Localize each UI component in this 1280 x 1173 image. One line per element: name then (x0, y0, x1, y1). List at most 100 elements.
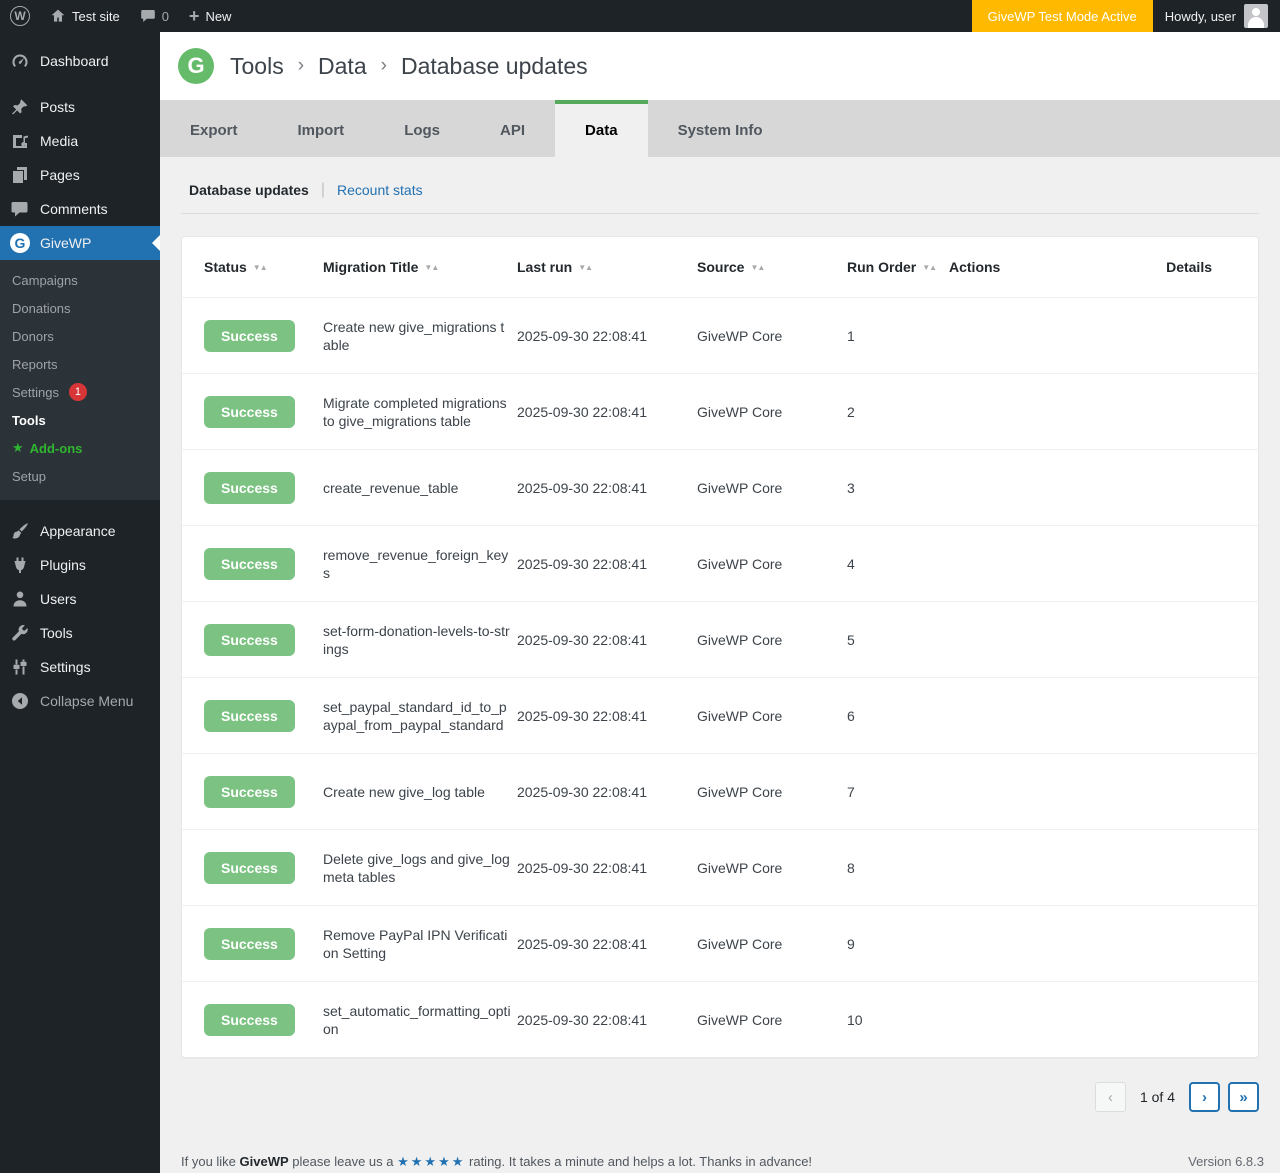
column-header-run-order[interactable]: Run Order▼▲ (847, 259, 949, 275)
sidebar-item-media[interactable]: Media (0, 124, 160, 158)
submenu-item-reports[interactable]: Reports (0, 350, 160, 378)
dashboard-gauge-icon (10, 51, 30, 71)
submenu-label-donations: Donations (12, 301, 71, 316)
media-icon (10, 131, 30, 151)
howdy-label: Howdy, user (1165, 9, 1236, 24)
actions-header-label: Actions (949, 259, 1000, 275)
source-header-label: Source (697, 259, 744, 275)
status-badge: Success (204, 396, 295, 428)
run-order-cell: 5 (847, 632, 949, 648)
migration-title-cell: create_revenue_table (323, 479, 517, 497)
migration-title-cell: Create new give_log table (323, 783, 517, 801)
run-order-cell: 2 (847, 404, 949, 420)
pushpin-icon (10, 97, 30, 117)
column-header-source[interactable]: Source▼▲ (697, 259, 847, 275)
givewp-submenu: Campaigns Donations Donors Reports Setti… (0, 260, 160, 500)
tab-system-info[interactable]: System Info (648, 100, 793, 157)
column-header-migration-title[interactable]: Migration Title▼▲ (323, 259, 517, 275)
tab-data-label: Data (585, 122, 618, 139)
run-order-cell: 6 (847, 708, 949, 724)
chevron-right-icon: › (381, 55, 387, 77)
submenu-item-settings[interactable]: Settings 1 (0, 378, 160, 406)
table-row: Success Delete give_logs and give_log me… (182, 829, 1258, 905)
tab-logs[interactable]: Logs (374, 100, 470, 157)
last-run-cell: 2025-09-30 22:08:41 (517, 480, 697, 496)
status-header-label: Status (204, 259, 247, 275)
submenu-item-donations[interactable]: Donations (0, 294, 160, 322)
pagination-prev-button[interactable]: ‹ (1095, 1082, 1126, 1112)
page-header: G Tools › Data › Database updates (160, 32, 1280, 100)
sliders-icon (10, 657, 30, 677)
run-order-cell: 10 (847, 1012, 949, 1028)
tab-export[interactable]: Export (160, 100, 268, 157)
sidebar-item-appearance[interactable]: Appearance (0, 514, 160, 548)
submenu-item-setup[interactable]: Setup (0, 462, 160, 490)
subnav: Database updates | Recount stats (181, 157, 1259, 214)
source-cell: GiveWP Core (697, 860, 847, 876)
comments-link[interactable]: 0 (130, 0, 179, 32)
sidebar-item-comments[interactable]: Comments (0, 192, 160, 226)
sidebar-item-users[interactable]: Users (0, 582, 160, 616)
migration-title-cell: Create new give_migrations table (323, 318, 517, 354)
status-cell: Success (204, 472, 323, 504)
sidebar-item-settings[interactable]: Settings (0, 650, 160, 684)
sidebar-label-plugins: Plugins (40, 557, 86, 573)
pagination-next-button[interactable]: › (1189, 1082, 1220, 1112)
last-run-cell: 2025-09-30 22:08:41 (517, 936, 697, 952)
column-header-last-run[interactable]: Last run▼▲ (517, 259, 697, 275)
migrations-table: Status▼▲ Migration Title▼▲ Last run▼▲ So… (181, 236, 1259, 1058)
column-header-status[interactable]: Status▼▲ (204, 259, 323, 275)
plugin-icon (10, 555, 30, 575)
version-label: Version 6.8.3 (1188, 1154, 1264, 1169)
sidebar-label-dashboard: Dashboard (40, 53, 109, 69)
submenu-item-campaigns[interactable]: Campaigns (0, 266, 160, 294)
tab-import[interactable]: Import (268, 100, 375, 157)
table-row: Success Migrate completed migrations to … (182, 373, 1258, 449)
status-cell: Success (204, 776, 323, 808)
details-header-label: Details (1166, 259, 1212, 275)
site-name-link[interactable]: Test site (40, 0, 130, 32)
five-stars-link[interactable]: ★★★★★ (397, 1154, 465, 1169)
wordpress-logo-icon: W (10, 6, 30, 26)
collapse-menu-button[interactable]: Collapse Menu (0, 684, 160, 718)
tab-data[interactable]: Data (555, 100, 648, 157)
sidebar-item-plugins[interactable]: Plugins (0, 548, 160, 582)
source-cell: GiveWP Core (697, 784, 847, 800)
tab-api[interactable]: API (470, 100, 555, 157)
submenu-item-addons[interactable]: ★ Add-ons (0, 434, 160, 462)
rating-text-pre: If you like (181, 1154, 236, 1169)
submenu-label-campaigns: Campaigns (12, 273, 78, 288)
table-row: Success set_automatic_formatting_option … (182, 981, 1258, 1057)
sidebar-item-pages[interactable]: Pages (0, 158, 160, 192)
subnav-database-updates[interactable]: Database updates (189, 182, 309, 198)
run-order-cell: 7 (847, 784, 949, 800)
sort-icon: ▼▲ (922, 263, 936, 272)
subnav-recount-stats-link[interactable]: Recount stats (337, 182, 423, 198)
submenu-item-tools[interactable]: Tools (0, 406, 160, 434)
sidebar-label-users: Users (40, 591, 77, 607)
comments-count: 0 (162, 9, 169, 24)
breadcrumb-data[interactable]: Data (318, 53, 367, 80)
star-icon: ★ (12, 440, 24, 456)
sidebar-item-dashboard[interactable]: Dashboard (0, 44, 160, 78)
sidebar-item-tools[interactable]: Tools (0, 616, 160, 650)
sidebar-item-givewp[interactable]: G GiveWP (0, 226, 160, 260)
wordpress-logo-button[interactable]: W (0, 0, 40, 32)
admin-sidebar: Dashboard Posts Media Pages Comments (0, 32, 160, 1173)
sidebar-label-settings: Settings (40, 659, 91, 675)
account-menu[interactable]: Howdy, user (1153, 0, 1280, 32)
pagination-last-button[interactable]: » (1228, 1082, 1259, 1112)
sidebar-label-givewp: GiveWP (40, 235, 91, 251)
last-run-cell: 2025-09-30 22:08:41 (517, 404, 697, 420)
givewp-test-mode-badge[interactable]: GiveWP Test Mode Active (972, 0, 1153, 32)
breadcrumb-tools[interactable]: Tools (230, 53, 284, 80)
status-cell: Success (204, 548, 323, 580)
sidebar-item-posts[interactable]: Posts (0, 90, 160, 124)
migration-title-header-label: Migration Title (323, 259, 418, 275)
new-content-button[interactable]: + New (179, 0, 242, 32)
collapse-menu-label: Collapse Menu (40, 693, 133, 709)
site-name-label: Test site (72, 9, 120, 24)
table-row: Success set_paypal_standard_id_to_paypal… (182, 677, 1258, 753)
source-cell: GiveWP Core (697, 556, 847, 572)
submenu-item-donors[interactable]: Donors (0, 322, 160, 350)
